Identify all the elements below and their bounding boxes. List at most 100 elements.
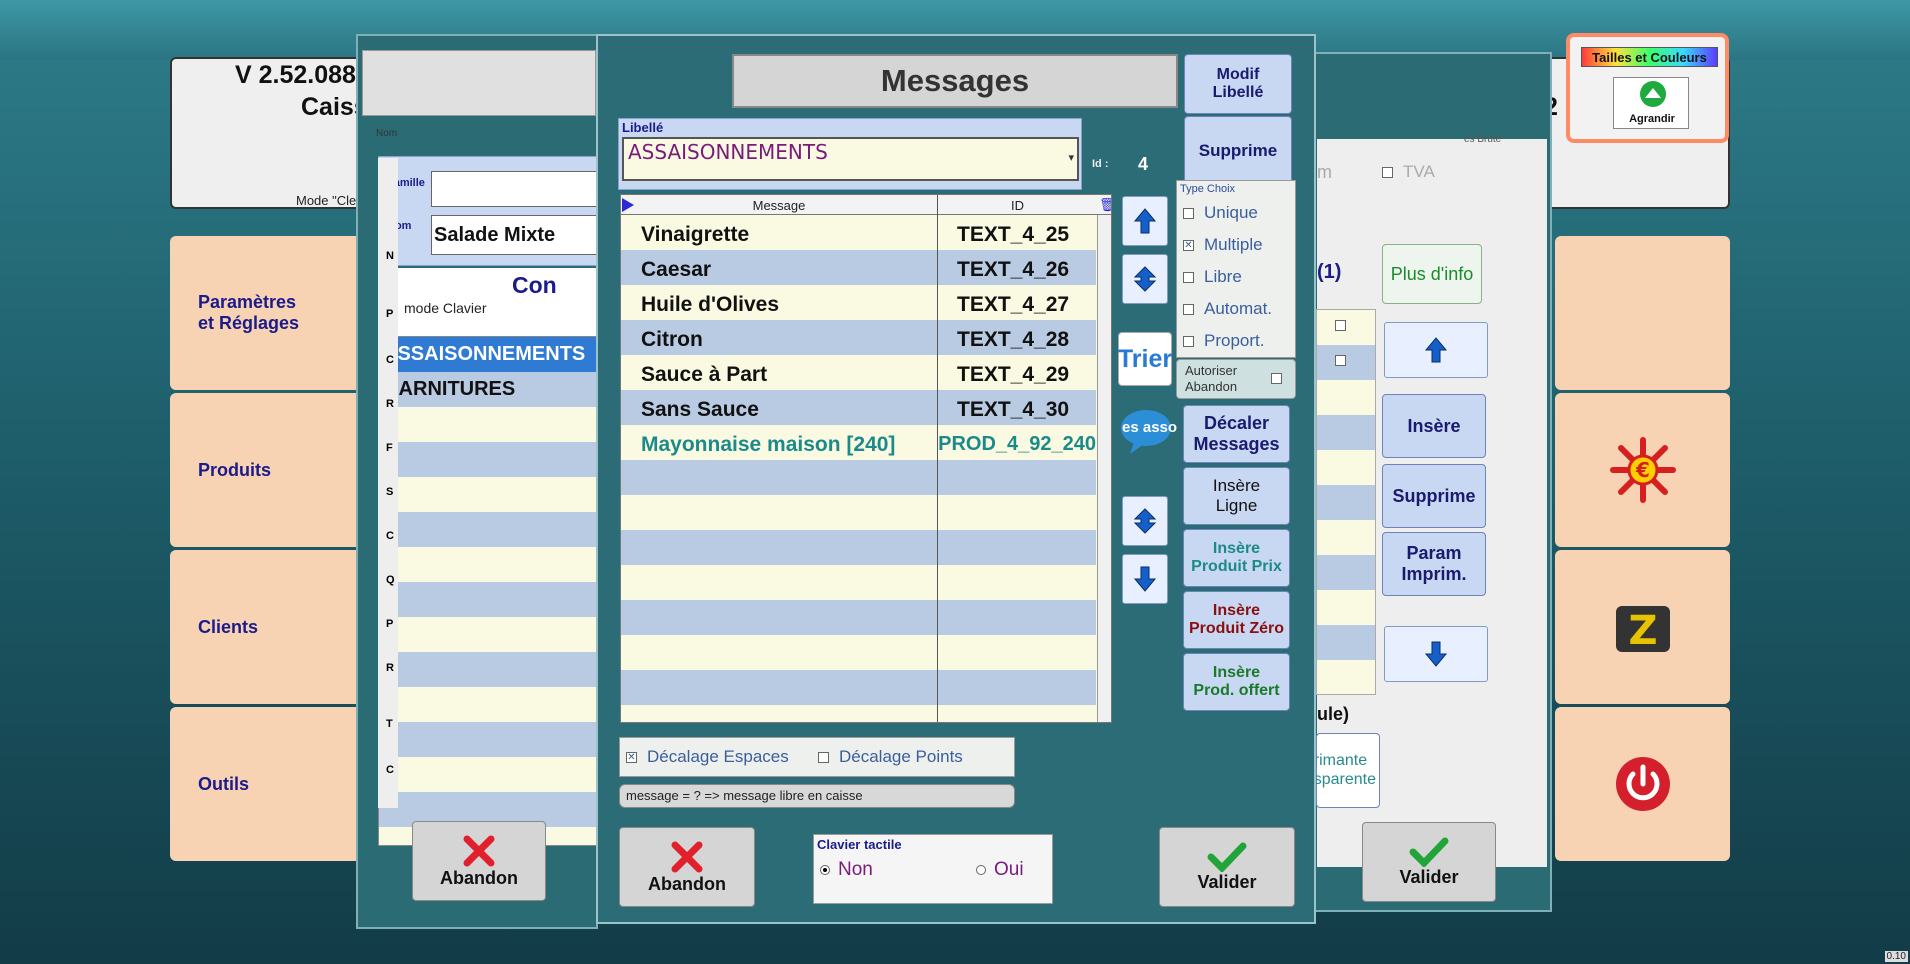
checkbox[interactable] <box>1183 304 1194 316</box>
product-abandon-button[interactable]: Abandon <box>412 821 546 901</box>
side-letter-strip: N P C R F S C Q P R T C <box>378 158 398 808</box>
nav-clients[interactable]: Clients <box>170 550 380 704</box>
supprime-button[interactable]: Supprime <box>1382 464 1486 528</box>
abandon-label: Abandon <box>648 873 726 894</box>
table-scrollbar[interactable] <box>1097 215 1111 722</box>
nav-produits[interactable]: Produits <box>170 393 380 547</box>
row-id: TEXT_4_27 <box>957 292 1070 316</box>
choice-multiple[interactable]: ✕ Multiple <box>1183 235 1263 255</box>
table-row[interactable]: Sauce à Part TEXT_4_29 <box>621 357 1096 392</box>
checkbox[interactable]: ✕ <box>626 752 637 764</box>
tva-check[interactable]: TVA <box>1382 162 1435 182</box>
choice-proport[interactable]: Proport. <box>1183 331 1264 351</box>
checkbox[interactable] <box>1183 336 1194 348</box>
valider-label: Valider <box>1399 866 1459 887</box>
choice-label: Unique <box>1204 203 1258 222</box>
right-tile-euro[interactable]: € <box>1555 393 1730 547</box>
category-item[interactable]: ASSAISONNEMENTS <box>379 337 599 372</box>
row-message: Caesar <box>641 257 712 281</box>
messages-abandon-button[interactable]: Abandon <box>619 827 755 907</box>
autoriser-abandon[interactable]: Autoriser Abandon <box>1176 359 1296 399</box>
tva-label: TVA <box>1403 162 1435 181</box>
row-message: Mayonnaise maison [240] <box>641 432 896 456</box>
list-checkbox[interactable] <box>1335 355 1346 366</box>
row-id: PROD_4_92_240 <box>938 433 1096 455</box>
decaler-messages-button[interactable]: Décaler Messages <box>1183 405 1290 463</box>
param-imprim-button[interactable]: Param Imprim. <box>1382 532 1486 596</box>
choice-automat[interactable]: Automat. <box>1183 299 1272 319</box>
right-tile-1[interactable] <box>1555 236 1730 390</box>
plus-info-button[interactable]: Plus d'info <box>1382 244 1482 304</box>
table-row[interactable]: Sans Sauce TEXT_4_30 <box>621 392 1096 427</box>
messages-valider-button[interactable]: Valider <box>1159 827 1295 907</box>
decalage-points-check[interactable]: Décalage Points <box>818 747 963 767</box>
dropdown-icon[interactable]: ▾ <box>1068 145 1074 171</box>
choice-libre[interactable]: Libre <box>1183 267 1242 287</box>
list-checkbox[interactable] <box>1335 320 1346 331</box>
checkbox[interactable] <box>818 752 829 764</box>
move-up-button[interactable] <box>1384 322 1488 378</box>
nav-parametres[interactable]: Paramètres et Réglages <box>170 236 380 390</box>
messages-title: Messages <box>732 54 1178 108</box>
col-header-id[interactable]: ID <box>937 198 1097 213</box>
clavier-non-radio[interactable]: Non <box>820 859 873 881</box>
svg-text:€: € <box>1635 458 1650 482</box>
assoc-bubble[interactable]: es asso <box>1120 408 1177 454</box>
nom-field[interactable]: Salade Mixte <box>431 215 599 255</box>
imprimante-button[interactable]: rimante nsparente <box>1305 733 1380 808</box>
clavier-oui-radio[interactable]: Oui <box>976 859 1024 881</box>
choice-unique[interactable]: Unique <box>1183 203 1258 223</box>
category-list[interactable]: ASSAISONNEMENTS GARNITURES <box>378 336 599 846</box>
move-down-button[interactable] <box>1122 554 1168 604</box>
nav-outils[interactable]: Outils <box>170 707 380 861</box>
checkbox[interactable] <box>1183 208 1194 220</box>
mode-clavier-radio[interactable]: mode Clavier <box>386 300 486 316</box>
modif-libelle-button[interactable]: Modif Libellé <box>1184 54 1292 114</box>
right-tile-z[interactable]: Z <box>1555 550 1730 704</box>
insere-prod-offert-button[interactable]: Insère Prod. offert <box>1183 653 1290 711</box>
row-id: TEXT_4_30 <box>957 397 1070 421</box>
right-tile-power[interactable] <box>1555 707 1730 861</box>
product-form: Famille Nom Salade Mixte <box>378 156 599 266</box>
table-row[interactable]: Citron TEXT_4_28 <box>621 322 1096 357</box>
right-list[interactable] <box>1316 309 1376 695</box>
famille-field[interactable] <box>431 171 599 207</box>
move-up-button[interactable] <box>1122 196 1168 246</box>
insere-produit-prix-button[interactable]: Insère Produit Prix <box>1183 529 1290 587</box>
category-item[interactable]: GARNITURES <box>379 372 599 407</box>
agrandir-button[interactable]: Agrandir <box>1613 77 1689 129</box>
libelle-field[interactable]: ASSAISONNEMENTS ▾ <box>622 137 1079 181</box>
row-message: Citron <box>641 327 703 351</box>
side-letter: C <box>386 764 394 776</box>
side-letter: N <box>386 250 394 262</box>
decalage-group: ✕ Décalage Espaces Décalage Points <box>619 737 1015 777</box>
side-letter: R <box>386 662 394 674</box>
checkbox[interactable] <box>1183 272 1194 284</box>
bubble-text: es asso <box>1122 419 1178 436</box>
move-down-button[interactable] <box>1384 626 1488 682</box>
table-row[interactable]: Caesar TEXT_4_26 <box>621 252 1096 287</box>
hint-text: message = ? => message libre en caisse <box>619 784 1015 808</box>
table-row[interactable]: Mayonnaise maison [240] PROD_4_92_240 <box>621 427 1096 462</box>
insere-produit-zero-button[interactable]: Insère Produit Zéro <box>1183 591 1290 649</box>
decalage-espaces-check[interactable]: ✕ Décalage Espaces <box>626 747 789 767</box>
table-row[interactable]: Vinaigrette TEXT_4_25 <box>621 217 1096 252</box>
move-top-button[interactable] <box>1122 254 1168 304</box>
checkbox[interactable]: ✕ <box>1183 240 1194 252</box>
table-row[interactable]: Huile d'Olives TEXT_4_27 <box>621 287 1096 322</box>
messages-table[interactable]: Message ID 🗑 Vinaigrette TEXT_4_25 Caesar… <box>620 194 1112 723</box>
clavier-label: Clavier tactile <box>817 837 902 852</box>
euro-sun-icon: € <box>1609 437 1676 503</box>
autoriser-checkbox[interactable] <box>1271 373 1282 384</box>
side-letter: Q <box>386 574 395 586</box>
up-circle-icon <box>1640 81 1666 107</box>
insere-button[interactable]: Insère <box>1382 394 1486 458</box>
trier-button[interactable]: Trier <box>1118 332 1172 386</box>
nav-label: Outils <box>198 773 250 794</box>
right-valider-button[interactable]: Valider <box>1362 822 1496 902</box>
insere-ligne-button[interactable]: Insère Ligne <box>1183 467 1290 525</box>
col-header-message[interactable]: Message <box>621 198 937 213</box>
move-bottom-button[interactable] <box>1122 496 1168 546</box>
supprime-button[interactable]: Supprime <box>1184 116 1292 186</box>
trash-icon[interactable]: 🗑 <box>1099 197 1111 213</box>
